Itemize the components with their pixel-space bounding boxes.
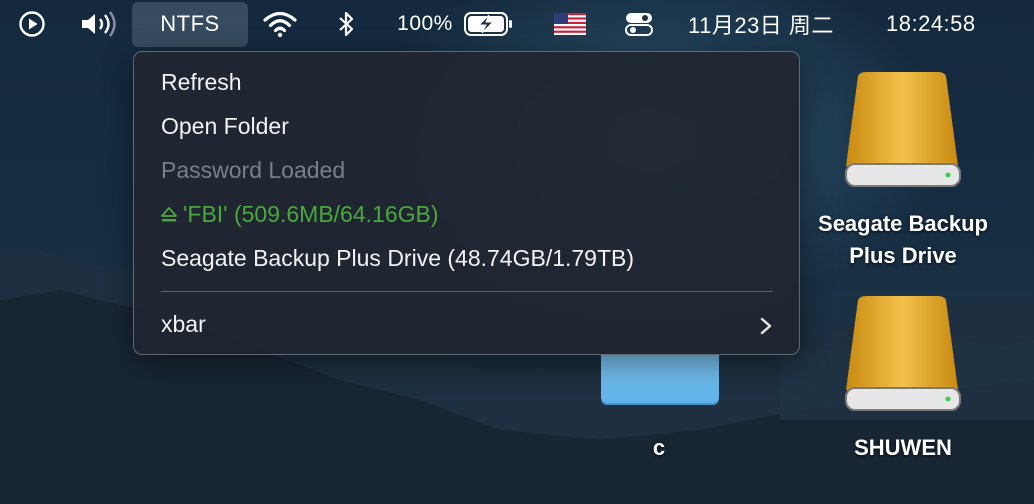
battery-percent: 100%	[397, 12, 453, 35]
menu-separator	[161, 291, 773, 292]
menu-item-refresh[interactable]: Refresh	[161, 69, 242, 96]
volume-icon[interactable]	[78, 0, 120, 48]
chevron-right-icon	[760, 317, 772, 335]
menubar-date[interactable]: 11月23日 周二	[688, 0, 870, 48]
wifi-icon[interactable]	[262, 0, 298, 48]
battery-charging-icon[interactable]	[462, 0, 516, 48]
control-center-icon[interactable]	[622, 0, 656, 48]
menu-item-password-loaded: Password Loaded	[161, 157, 346, 183]
menu-item-seagate-drive[interactable]: Seagate Backup Plus Drive (48.74GB/1.79T…	[161, 245, 634, 272]
folder-label: c	[652, 435, 666, 460]
folder-icon[interactable]	[601, 355, 719, 403]
menu-bar: NTFS 100% 11月23日 周二 18:24:58	[0, 0, 1034, 48]
menu-item-fbi-drive[interactable]: 'FBI' (509.6MB/64.16GB)	[161, 201, 439, 228]
eject-icon	[161, 207, 177, 222]
drive-icon-seagate[interactable]	[840, 70, 966, 194]
drive-label-seagate: Seagate Backup Plus Drive	[800, 208, 1006, 272]
drive-icon-shuwen[interactable]	[840, 296, 966, 414]
play-circle-icon[interactable]	[14, 0, 50, 48]
drive-label-line2: Plus Drive	[849, 243, 957, 268]
ntfs-label: NTFS	[160, 11, 220, 36]
menu-item-open-folder[interactable]: Open Folder	[161, 113, 289, 140]
menu-item-xbar[interactable]: xbar	[161, 311, 206, 338]
menu-item-fbi-label: 'FBI' (509.6MB/64.16GB)	[183, 201, 439, 227]
ntfs-dropdown-menu: Refresh Open Folder Password Loaded 'FBI…	[133, 51, 800, 355]
drive-label-shuwen: SHUWEN	[854, 435, 952, 460]
us-flag-icon[interactable]	[552, 0, 588, 48]
ntfs-menu-button[interactable]: NTFS	[132, 0, 248, 48]
drive-label-line1: Seagate Backup	[818, 211, 988, 236]
menubar-clock[interactable]: 18:24:58	[886, 0, 998, 48]
bluetooth-icon[interactable]	[332, 0, 360, 48]
